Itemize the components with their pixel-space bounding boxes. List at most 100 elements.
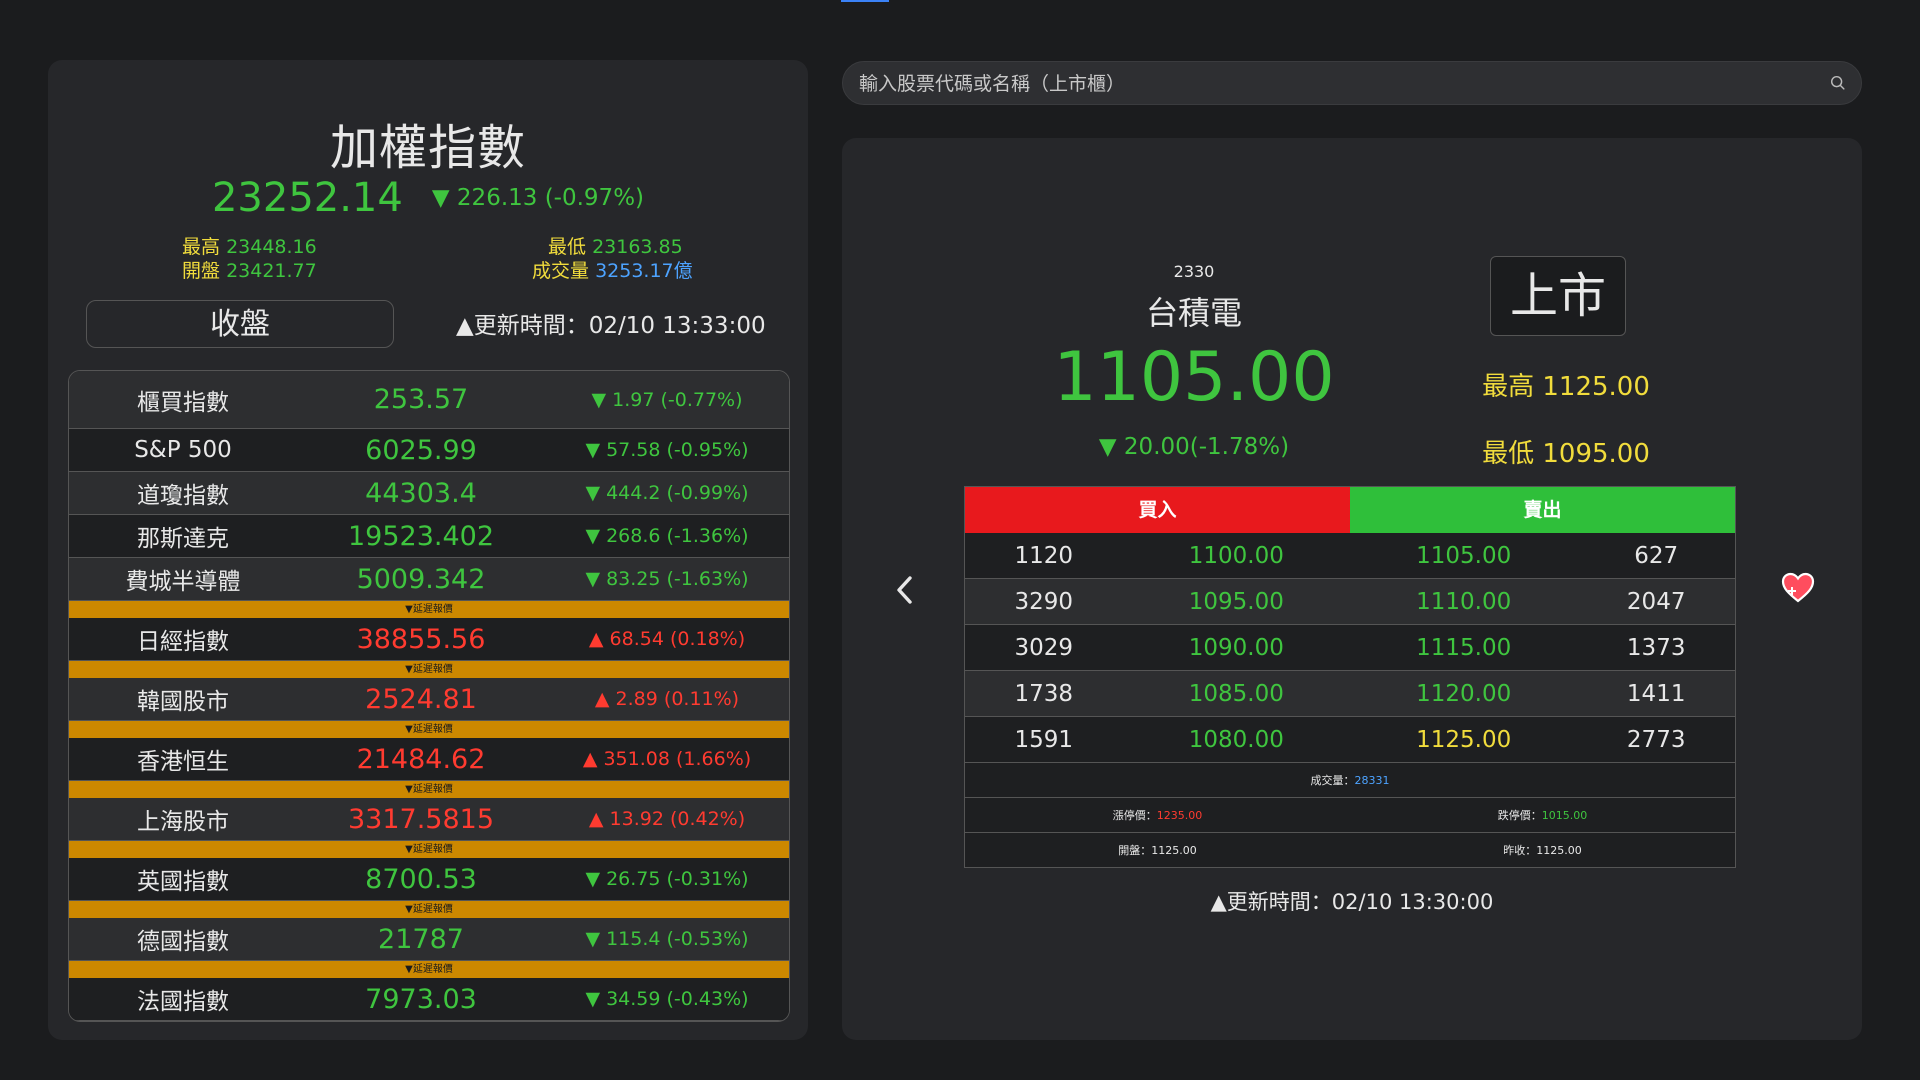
index-panel: 加權指數 23252.14 ▼ 226.13 (-0.97%) 最高 23448… — [48, 60, 808, 1040]
market-type-badge: 上市 — [1490, 256, 1626, 336]
market-change: ▼ 57.58 (-0.95%) — [585, 439, 749, 461]
stock-low: 最低 1095.00 — [1466, 433, 1666, 470]
index-open-value: 23421.77 — [226, 260, 317, 282]
index-change: ▼ 226.13 (-0.97%) — [431, 185, 645, 211]
stock-quote-panel: 2330 台積電 上市 1105.00 ▼ 20.00(-1.78%) 最高 1… — [842, 138, 1862, 1040]
ask-volume: 627 — [1634, 542, 1679, 569]
ob-volume-value: 28331 — [1354, 774, 1390, 787]
market-name: 上海股市 — [137, 809, 229, 835]
market-row[interactable]: 上海股市 3317.5815 ▲ 13.92 (0.42%) — [69, 798, 789, 841]
order-book-row: 3029 1090.00 1115.00 1373 — [965, 625, 1735, 671]
market-change: ▼ 34.59 (-0.43%) — [585, 988, 749, 1010]
bid-price: 1085.00 — [1188, 680, 1284, 707]
order-book-row: 3290 1095.00 1110.00 2047 — [965, 579, 1735, 625]
market-name: 櫃買指數 — [137, 389, 229, 416]
bid-volume: 1738 — [1014, 680, 1074, 707]
bid-price: 1090.00 — [1188, 634, 1284, 661]
limit-up-label: 漲停價： — [1112, 809, 1157, 822]
market-value: 8700.53 — [365, 863, 477, 895]
market-change: ▼ 26.75 (-0.31%) — [585, 868, 749, 890]
market-change: ▼ 268.6 (-1.36%) — [585, 525, 749, 547]
market-name: 英國指數 — [137, 869, 229, 895]
order-book-table: 買入 賣出 1120 1100.00 1105.00 627 3290 1095.00 11… — [964, 486, 1736, 868]
ask-volume: 2773 — [1626, 726, 1686, 753]
market-row[interactable]: 櫃買指數 253.57 ▼ 1.97 (-0.77%) — [69, 371, 789, 429]
bid-price: 1095.00 — [1188, 588, 1284, 615]
market-name: S&P 500 — [134, 437, 232, 463]
sell-header: 賣出 — [1350, 487, 1735, 533]
search-icon[interactable] — [1829, 74, 1847, 92]
index-volume-label: 成交量 — [532, 260, 590, 282]
market-row[interactable]: 英國指數 8700.53 ▼ 26.75 (-0.31%) — [69, 858, 789, 901]
order-book-limits: 漲停價：1235.00 跌停價：1015.00 — [965, 798, 1735, 833]
index-open: 開盤 23421.77 — [182, 256, 317, 283]
market-name: 日經指數 — [137, 629, 229, 655]
index-update-time: ▲更新時間：02/10 13:33:00 — [456, 313, 766, 339]
order-book-row: 1591 1080.00 1125.00 2773 — [965, 717, 1735, 763]
index-high: 最高 23448.16 — [182, 232, 317, 259]
delay-notice-bar: ▼延遲報價 — [69, 961, 789, 978]
search-input[interactable] — [857, 62, 1801, 106]
ask-price: 1105.00 — [1416, 542, 1512, 569]
market-name: 香港恒生 — [137, 749, 229, 775]
market-row[interactable]: 韓國股市 2524.81 ▲ 2.89 (0.11%) — [69, 678, 789, 721]
bid-volume: 3290 — [1014, 588, 1074, 615]
stock-change: ▼ 20.00(-1.78%) — [1098, 434, 1290, 460]
index-price-line: 23252.14 ▼ 226.13 (-0.97%) — [48, 175, 808, 221]
order-book-row: 1120 1100.00 1105.00 627 — [965, 533, 1735, 579]
market-row[interactable]: 那斯達克 19523.402 ▼ 268.6 (-1.36%) — [69, 515, 789, 558]
delay-notice-bar: ▼延遲報價 — [69, 721, 789, 738]
market-change: ▲ 13.92 (0.42%) — [588, 808, 746, 830]
market-value: 21484.62 — [356, 743, 486, 775]
market-change: ▲ 351.08 (1.66%) — [582, 748, 752, 770]
market-status-button[interactable]: 收盤 — [86, 300, 394, 348]
market-value: 6025.99 — [365, 434, 477, 466]
market-row[interactable]: 日經指數 38855.56 ▲ 68.54 (0.18%) — [69, 618, 789, 661]
market-value: 21787 — [378, 923, 464, 955]
delay-notice-bar: ▼延遲報價 — [69, 601, 789, 618]
market-change: ▲ 68.54 (0.18%) — [588, 628, 746, 650]
market-value: 7973.03 — [365, 983, 477, 1015]
market-row[interactable]: 香港恒生 21484.62 ▲ 351.08 (1.66%) — [69, 738, 789, 781]
market-row[interactable]: 費城半導體 5009.342 ▼ 83.25 (-1.63%) — [69, 558, 789, 601]
index-high-value: 23448.16 — [226, 236, 317, 258]
market-name: 韓國股市 — [137, 689, 229, 715]
delay-notice-bar: ▼延遲報價 — [69, 661, 789, 678]
order-book-volume: 成交量：28331 — [965, 763, 1735, 798]
market-value: 19523.402 — [347, 520, 494, 552]
index-volume-value: 3253.17億 — [595, 260, 693, 282]
market-row[interactable]: 道瓊指數 44303.4 ▼ 444.2 (-0.99%) — [69, 472, 789, 515]
market-row[interactable]: S&P 500 6025.99 ▼ 57.58 (-0.95%) — [69, 429, 789, 472]
limit-down-label: 跌停價： — [1497, 809, 1542, 822]
market-name: 費城半導體 — [125, 569, 241, 595]
buy-header: 買入 — [965, 487, 1350, 533]
ask-price: 1120.00 — [1416, 680, 1512, 707]
stock-code: 2330 — [1173, 262, 1215, 281]
bid-price: 1100.00 — [1188, 542, 1284, 569]
market-name: 那斯達克 — [137, 526, 229, 552]
market-change: ▼ 115.4 (-0.53%) — [585, 928, 749, 950]
stock-high-label: 最高 — [1482, 372, 1535, 402]
bid-volume: 3029 — [1014, 634, 1074, 661]
ob-open-value: 1125.00 — [1151, 844, 1197, 857]
market-change: ▲ 2.89 (0.11%) — [594, 688, 740, 710]
ask-price: 1115.00 — [1416, 634, 1512, 661]
heart-plus-icon[interactable] — [1780, 570, 1816, 606]
ask-price: 1110.00 — [1416, 588, 1512, 615]
market-value: 253.57 — [373, 384, 469, 415]
bid-price: 1080.00 — [1188, 726, 1284, 753]
market-name: 法國指數 — [137, 989, 229, 1015]
chevron-left-icon[interactable] — [890, 570, 920, 610]
stock-low-label: 最低 — [1482, 439, 1535, 469]
order-book-rows: 1120 1100.00 1105.00 627 3290 1095.00 1110.00 2… — [965, 533, 1735, 763]
stock-search-bar[interactable] — [842, 61, 1862, 106]
stock-update-time: ▲更新時間：02/10 13:30:00 — [1210, 890, 1494, 914]
ask-volume: 1411 — [1626, 680, 1686, 707]
market-value: 2524.81 — [365, 683, 477, 715]
stock-name: 台積電 — [1145, 294, 1242, 332]
market-row[interactable]: 法國指數 7973.03 ▼ 34.59 (-0.43%) — [69, 978, 789, 1021]
index-low-label: 最低 — [548, 236, 587, 258]
order-book-row: 1738 1085.00 1120.00 1411 — [965, 671, 1735, 717]
market-row[interactable]: 德國指數 21787 ▼ 115.4 (-0.53%) — [69, 918, 789, 961]
ob-open-label: 開盤： — [1118, 844, 1152, 857]
